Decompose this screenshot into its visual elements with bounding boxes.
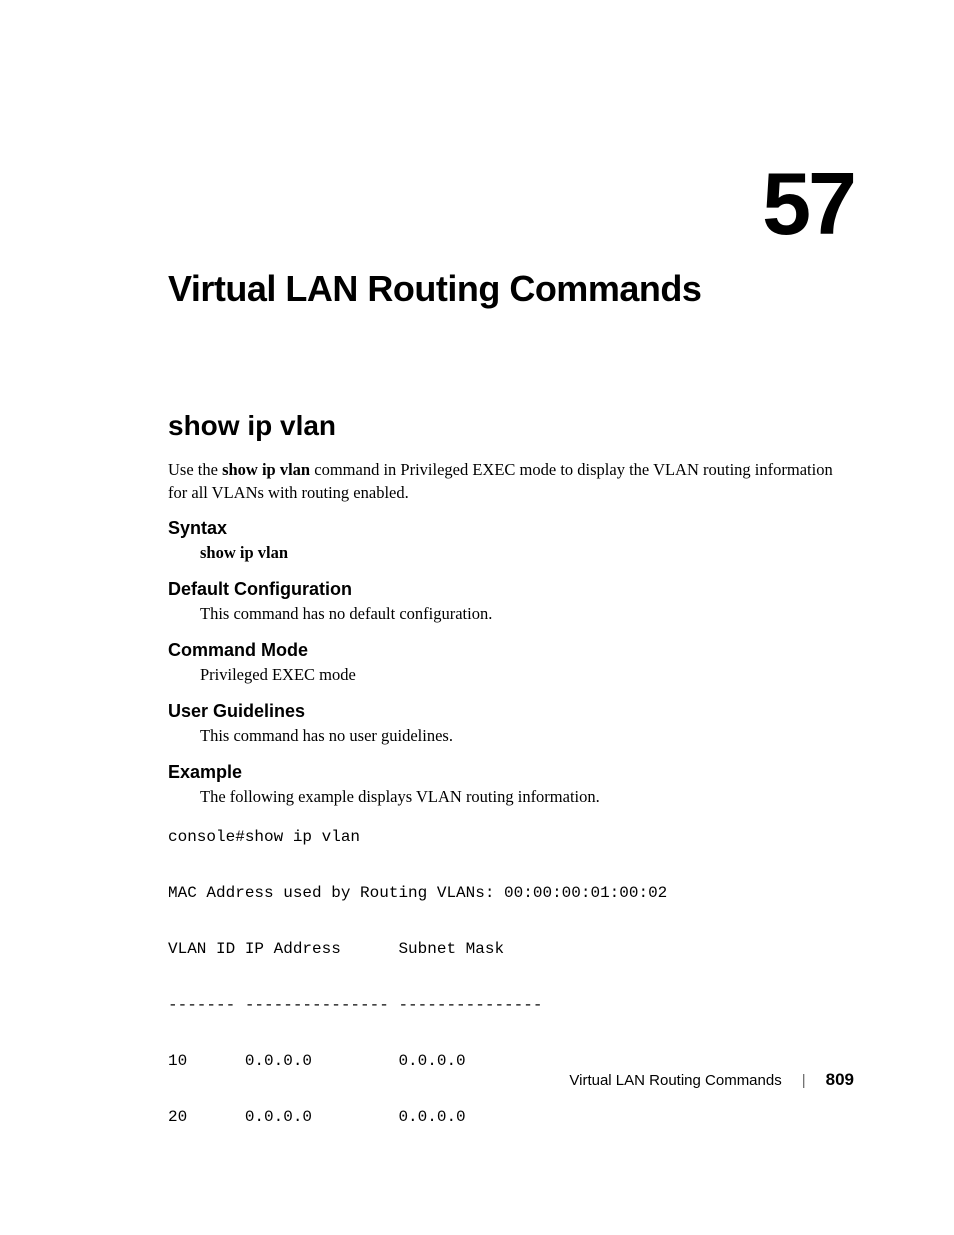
example-heading: Example — [168, 762, 854, 783]
syntax-heading: Syntax — [168, 518, 854, 539]
section-intro: Use the show ip vlan command in Privileg… — [168, 458, 854, 504]
chapter-number: 57 — [168, 160, 854, 248]
command-mode-text: Privileged EXEC mode — [200, 665, 854, 685]
footer-page-number: 809 — [826, 1070, 854, 1090]
default-config-heading: Default Configuration — [168, 579, 854, 600]
page-footer: Virtual LAN Routing Commands | 809 — [569, 1070, 854, 1090]
footer-separator: | — [802, 1072, 806, 1089]
command-mode-heading: Command Mode — [168, 640, 854, 661]
example-text: The following example displays VLAN rout… — [200, 787, 854, 807]
default-config-text: This command has no default configuratio… — [200, 604, 854, 624]
section-title: show ip vlan — [168, 410, 854, 442]
user-guidelines-text: This command has no user guidelines. — [200, 726, 854, 746]
chapter-title: Virtual LAN Routing Commands — [168, 268, 854, 310]
syntax-command: show ip vlan — [200, 543, 854, 563]
intro-text-pre: Use the — [168, 460, 222, 479]
user-guidelines-heading: User Guidelines — [168, 701, 854, 722]
page-content: 57 Virtual LAN Routing Commands show ip … — [0, 0, 954, 1131]
footer-title: Virtual LAN Routing Commands — [569, 1072, 781, 1089]
intro-command-bold: show ip vlan — [222, 460, 310, 479]
syntax-command-text: show ip vlan — [200, 543, 288, 562]
